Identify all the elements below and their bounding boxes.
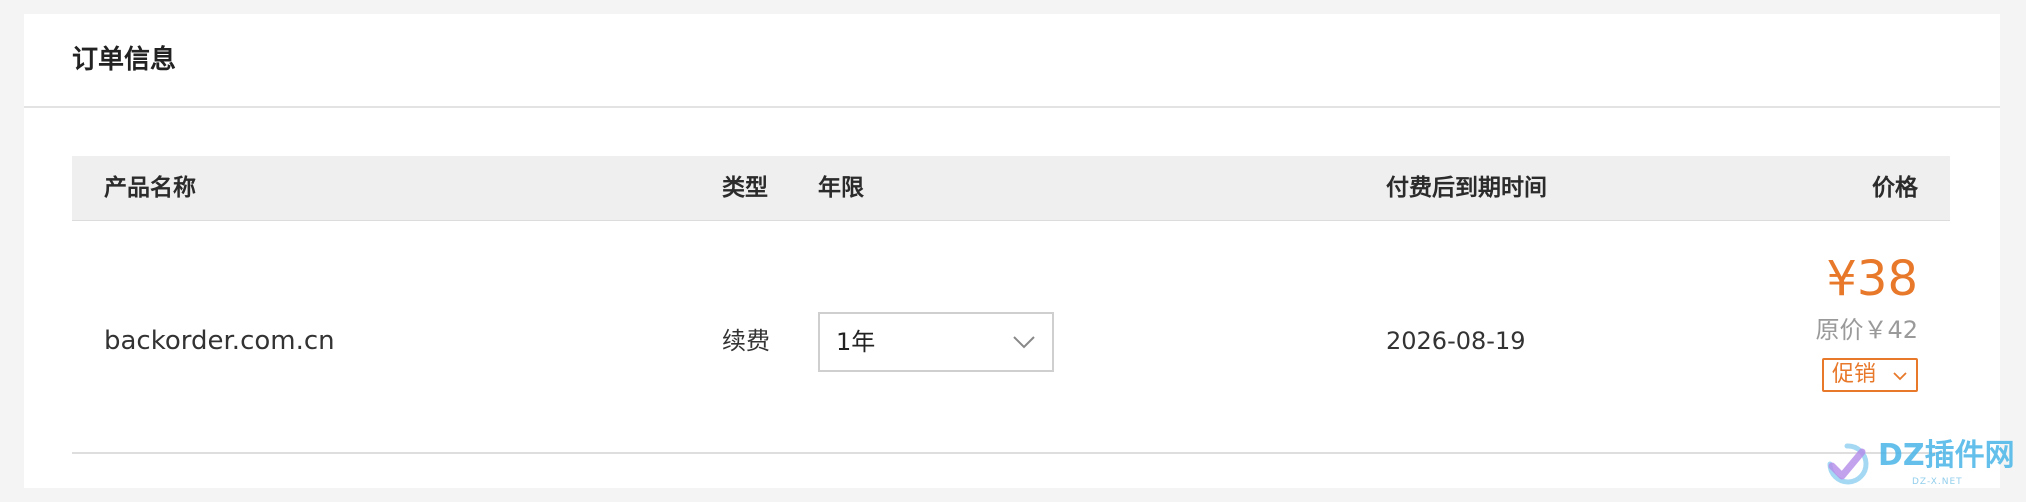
- expiry-date-cell: 2026-08-19: [1386, 327, 1526, 355]
- years-select[interactable]: 1年: [818, 312, 1054, 372]
- watermark: DZ插件网 DZ-X.NET: [1820, 434, 2020, 496]
- chevron-down-icon: [1893, 372, 1907, 381]
- column-header-type: 类型: [722, 175, 768, 201]
- price-cell: ¥38 原价￥42 促销: [1678, 251, 1918, 431]
- column-header-product-name: 产品名称: [104, 175, 196, 201]
- years-select-value: 1年: [836, 328, 876, 356]
- promo-label: 促销: [1832, 362, 1877, 387]
- column-header-expiry: 付费后到期时间: [1386, 175, 1547, 201]
- type-cell: 续费: [722, 327, 770, 355]
- panel-header: 订单信息: [24, 14, 2000, 108]
- product-name-cell: backorder.com.cn: [104, 326, 335, 356]
- column-header-years: 年限: [818, 175, 864, 201]
- current-price: ¥38: [1826, 251, 1918, 307]
- original-price: 原价￥42: [1815, 316, 1918, 344]
- table-row: backorder.com.cn 续费 1年 2026-08-19 ¥38 原价…: [72, 221, 1950, 454]
- chevron-down-icon: [1013, 336, 1035, 349]
- watermark-text: DZ插件网: [1878, 438, 2015, 473]
- panel-title: 订单信息: [72, 45, 177, 75]
- order-info-panel: 订单信息 产品名称 类型 年限 付费后到期时间 价格 backorder.com…: [24, 14, 2000, 488]
- table-header-row: 产品名称 类型 年限 付费后到期时间 价格: [72, 156, 1950, 221]
- column-header-price: 价格: [1872, 175, 1918, 201]
- dz-check-logo-icon: [1827, 443, 1869, 485]
- watermark-subtext: DZ-X.NET: [1912, 477, 1963, 487]
- promo-dropdown-button[interactable]: 促销: [1822, 358, 1918, 392]
